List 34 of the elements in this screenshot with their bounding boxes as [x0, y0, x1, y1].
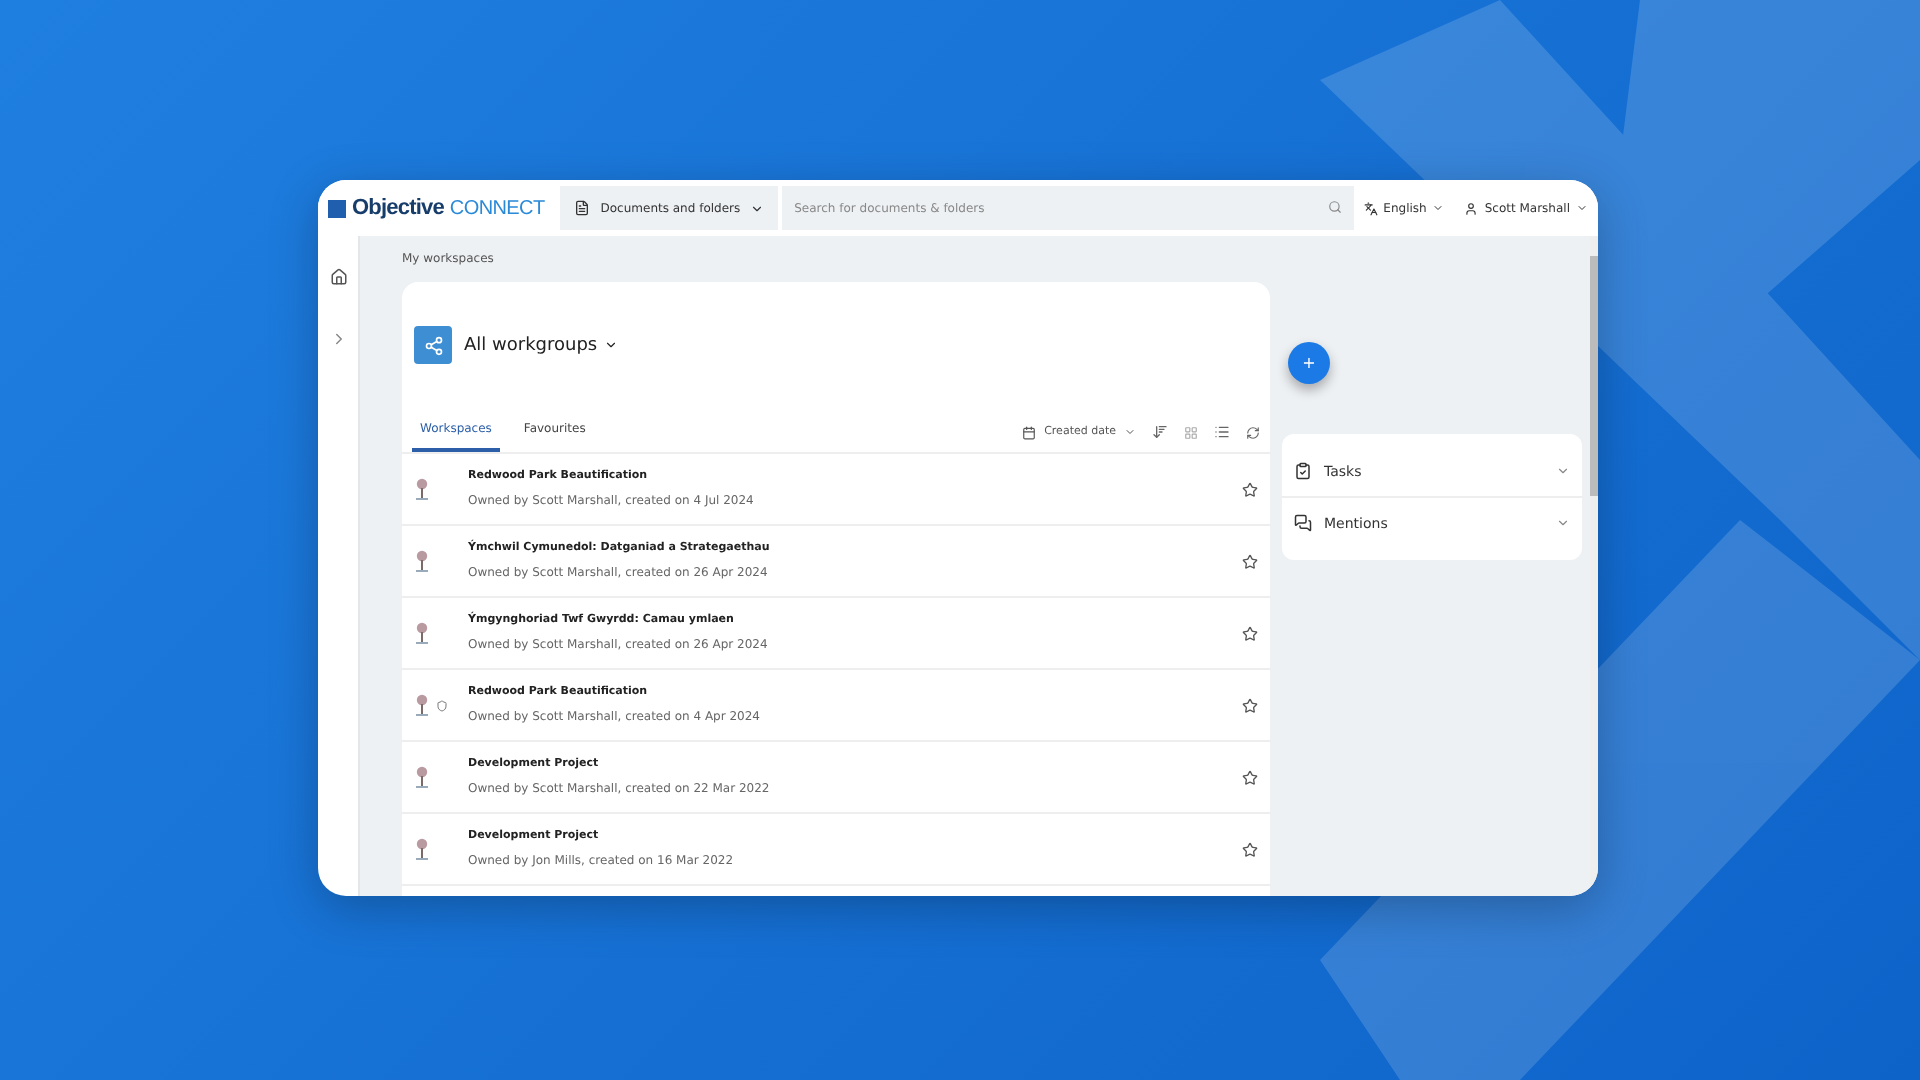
- tree-icon: [414, 691, 430, 719]
- caret-icon: [603, 338, 618, 352]
- list-view-icon[interactable]: [1214, 424, 1230, 440]
- caret-icon: [1432, 202, 1445, 214]
- logo-icon: [328, 199, 346, 217]
- tree-icon: [414, 835, 430, 863]
- search-icon: [1327, 200, 1342, 214]
- home-icon[interactable]: [329, 268, 347, 286]
- tree-icon: [414, 547, 430, 575]
- star-icon[interactable]: [1242, 625, 1258, 641]
- clipboard-icon: [1294, 462, 1312, 480]
- star-icon[interactable]: [1242, 841, 1258, 857]
- star-icon[interactable]: [1242, 553, 1258, 569]
- sort-order-icon[interactable]: [1152, 424, 1168, 440]
- star-icon[interactable]: [1242, 697, 1258, 713]
- user-icon: [1464, 201, 1479, 215]
- star-icon[interactable]: [1242, 769, 1258, 785]
- chat-icon: [1294, 514, 1312, 532]
- share-icon: [414, 326, 452, 364]
- refresh-icon[interactable]: [1246, 425, 1260, 439]
- caret-icon: [1124, 426, 1136, 438]
- caret-icon: [1576, 202, 1588, 214]
- calendar-icon: [1022, 425, 1037, 439]
- tree-icon: [414, 475, 430, 503]
- document-icon: [574, 200, 591, 216]
- star-icon[interactable]: [1242, 481, 1258, 497]
- tree-icon: [414, 763, 430, 791]
- add-button[interactable]: +: [1288, 342, 1330, 384]
- workgroup-dropdown[interactable]: All workgroups: [464, 335, 618, 355]
- tree-icon: [414, 619, 430, 647]
- translate-icon: [1363, 201, 1378, 215]
- caret-icon: [750, 201, 765, 215]
- logo-brand: Objective: [352, 196, 444, 220]
- logo-product: CONNECT: [449, 197, 545, 219]
